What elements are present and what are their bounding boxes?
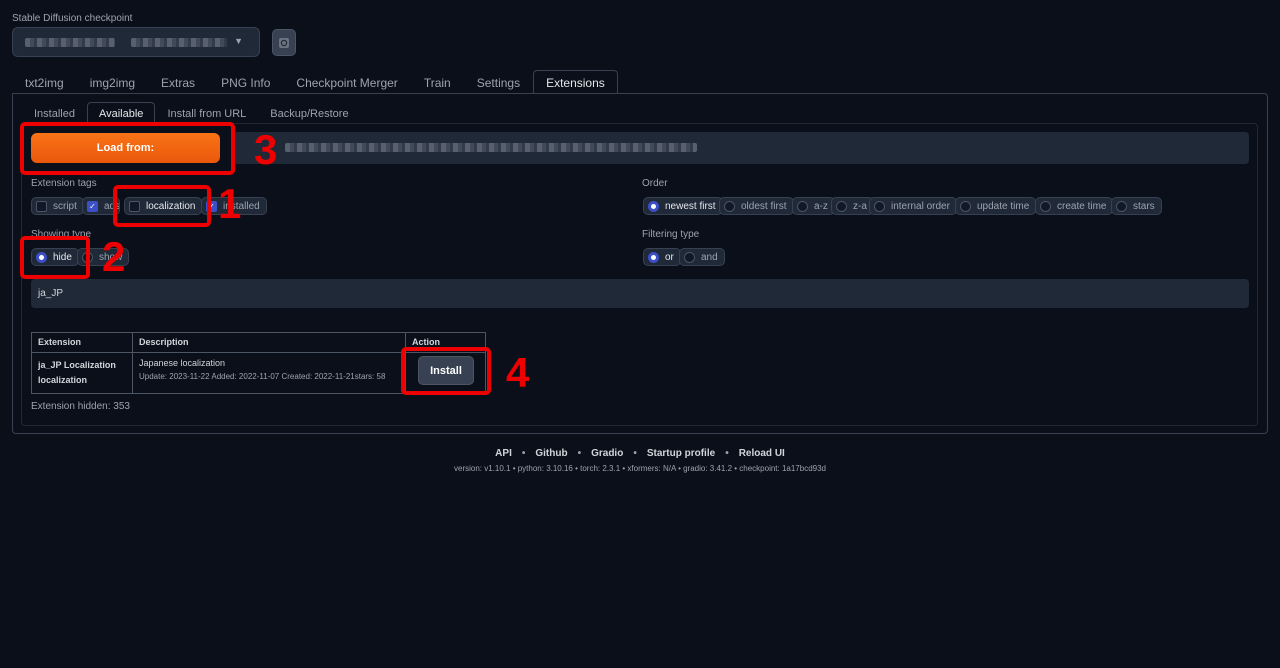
column-header-description: Description	[132, 332, 406, 353]
footer-link-reload-ui[interactable]: Reload UI	[739, 448, 785, 459]
tab-img2img[interactable]: img2img	[77, 70, 148, 94]
radio-icon	[684, 251, 695, 263]
extension-name-cell: ja_JP Localization localization	[31, 352, 133, 394]
order-option-label: a-z	[814, 200, 828, 212]
order-create-time[interactable]: create time	[1035, 197, 1114, 215]
checkbox-icon	[36, 200, 47, 212]
radio-icon	[1116, 200, 1127, 212]
subtab-install-from-url[interactable]: Install from URL	[155, 102, 258, 124]
tag-script-checkbox[interactable]: script	[31, 197, 84, 215]
filtering-and-radio[interactable]: and	[679, 248, 725, 266]
radio-icon	[874, 200, 885, 212]
order-z-a[interactable]: z-a	[831, 197, 874, 215]
order-oldest-first[interactable]: oldest first	[719, 197, 794, 215]
tag-label: script	[53, 200, 77, 212]
order-option-label: internal order	[891, 200, 950, 212]
footer-separator: •	[521, 448, 526, 459]
order-newest-first[interactable]: newest first	[643, 197, 723, 215]
footer-link-gradio[interactable]: Gradio	[591, 448, 623, 459]
radio-label: and	[701, 251, 718, 263]
tab-settings[interactable]: Settings	[464, 70, 533, 94]
radio-icon	[648, 200, 659, 212]
footer-link-github[interactable]: Github	[535, 448, 567, 459]
filtering-or-radio[interactable]: or	[643, 248, 681, 266]
annotation-number-3: 3	[254, 126, 278, 173]
description-text: Japanese localization	[139, 358, 226, 368]
order-internal-order[interactable]: internal order	[869, 197, 957, 215]
subtab-installed[interactable]: Installed	[22, 102, 87, 124]
main-tabs: txt2img img2img Extras PNG Info Checkpoi…	[12, 70, 618, 94]
check-icon: ✓	[87, 200, 98, 212]
subtab-backup-restore[interactable]: Backup/Restore	[258, 102, 360, 124]
tab-train[interactable]: Train	[411, 70, 464, 94]
footer-link-api[interactable]: API	[495, 448, 512, 459]
refresh-icon	[279, 37, 289, 48]
order-label: Order	[642, 178, 668, 189]
footer-link-startup-profile[interactable]: Startup profile	[647, 448, 715, 459]
checkpoint-dropdown[interactable]: ▼	[12, 27, 260, 57]
tab-extras[interactable]: Extras	[148, 70, 208, 94]
subtab-available[interactable]: Available	[86, 102, 156, 124]
extension-hidden-count: Extension hidden: 353	[31, 401, 130, 412]
annotation-box-4	[401, 347, 491, 395]
order-option-label: stars	[1133, 200, 1155, 212]
tab-checkpoint-merger[interactable]: Checkpoint Merger	[283, 70, 410, 94]
order-a-z[interactable]: a-z	[792, 197, 835, 215]
radio-icon	[1040, 200, 1051, 212]
filtering-type-label: Filtering type	[642, 229, 700, 240]
order-option-label: update time	[977, 200, 1030, 212]
annotation-number-4: 4	[506, 349, 530, 396]
footer-separator: •	[725, 448, 729, 459]
extension-name-link[interactable]: ja_JP Localization	[38, 358, 126, 373]
tab-png-info[interactable]: PNG Info	[208, 70, 283, 94]
annotation-box-2	[20, 236, 90, 279]
chevron-down-icon: ▼	[234, 36, 243, 46]
tab-txt2img[interactable]: txt2img	[12, 70, 77, 94]
blurred-checkpoint-name	[25, 38, 115, 47]
order-option-label: oldest first	[741, 200, 787, 212]
checkpoint-label: Stable Diffusion checkpoint	[12, 13, 133, 24]
radio-icon	[648, 251, 659, 263]
order-option-label: newest first	[665, 200, 716, 212]
annotation-number-2: 2	[102, 233, 126, 280]
order-update-time[interactable]: update time	[955, 197, 1037, 215]
description-meta: Update: 2023-11-22 Added: 2022-11-07 Cre…	[139, 372, 386, 381]
order-option-label: create time	[1057, 200, 1107, 212]
extension-tags-label: Extension tags	[31, 178, 97, 189]
column-header-extension: Extension	[31, 332, 133, 353]
extension-search-input[interactable]: ja_JP	[31, 279, 1249, 308]
radio-label: or	[665, 251, 674, 263]
footer-separator: •	[633, 448, 637, 459]
version-info: version: v1.10.1 • python: 3.10.16 • tor…	[454, 464, 826, 473]
extension-subtabs: Installed Available Install from URL Bac…	[22, 102, 361, 124]
order-option-label: z-a	[853, 200, 867, 212]
annotation-box-1	[113, 185, 211, 227]
radio-icon	[836, 200, 847, 212]
index-url-field[interactable]	[233, 132, 1249, 164]
tab-extensions[interactable]: Extensions	[533, 70, 618, 94]
extension-tag-text: localization	[38, 375, 88, 385]
blurred-url	[285, 143, 697, 152]
radio-icon	[724, 200, 735, 212]
order-stars[interactable]: stars	[1111, 197, 1162, 215]
refresh-checkpoint-button[interactable]	[272, 29, 296, 56]
footer-links: API • Github • Gradio • Startup profile • Reload…	[0, 448, 1280, 459]
blurred-checkpoint-name-2	[131, 38, 227, 47]
footer-separator: •	[577, 448, 582, 459]
annotation-number-1: 1	[218, 180, 242, 227]
radio-icon	[797, 200, 808, 212]
radio-icon	[960, 200, 971, 212]
description-cell: Japanese localization Update: 2023-11-22…	[132, 352, 406, 394]
annotation-box-3	[20, 122, 235, 175]
